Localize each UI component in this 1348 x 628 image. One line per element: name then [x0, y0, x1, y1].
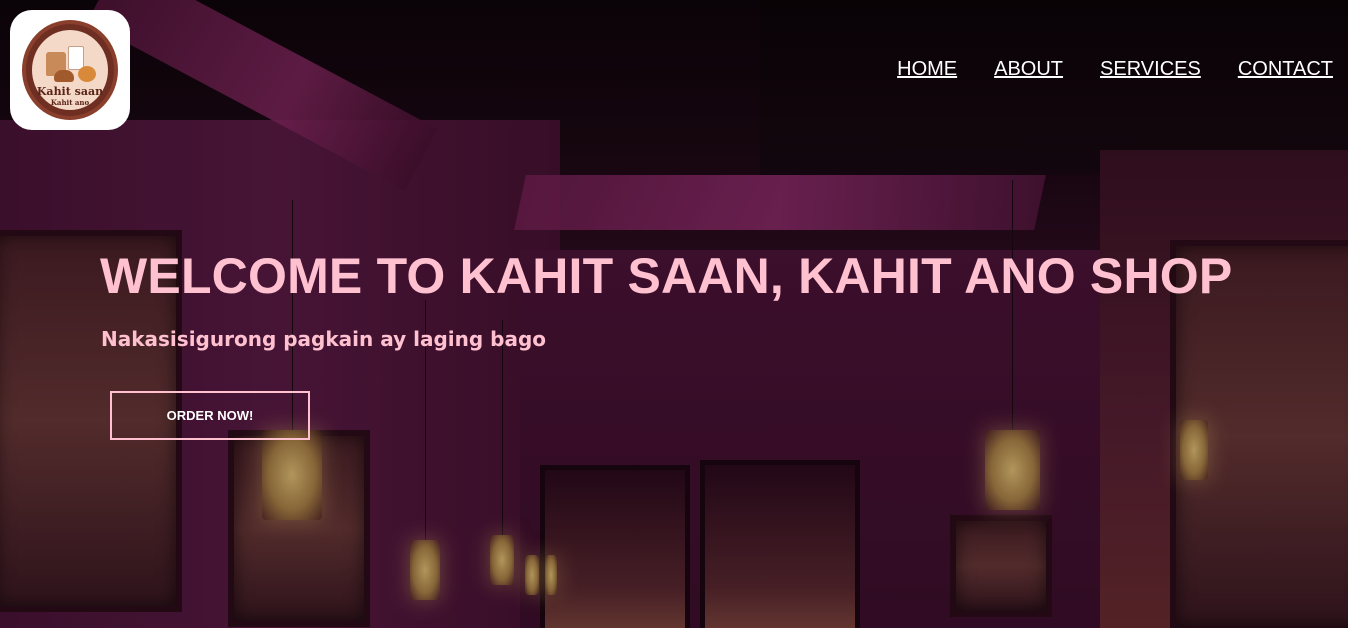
- burger-icon: [54, 70, 74, 82]
- hero-section: Kahit saan Kahit ano HOME ABOUT SERVICES…: [0, 0, 1348, 628]
- fried-chicken-icon: [78, 66, 96, 82]
- logo[interactable]: Kahit saan Kahit ano: [10, 10, 130, 130]
- logo-badge: Kahit saan Kahit ano: [26, 24, 114, 116]
- nav-link-services[interactable]: SERVICES: [1100, 58, 1201, 81]
- order-now-button[interactable]: ORDER NOW!: [110, 391, 310, 440]
- nav-link-contact[interactable]: CONTACT: [1238, 58, 1333, 81]
- hero-subtitle: Nakasisigurong pagkain ay laging bago: [101, 327, 546, 351]
- background-overlay: [0, 0, 1348, 628]
- logo-tagline: Kahit ano: [50, 98, 90, 107]
- hero-title: WELCOME TO KAHIT SAAN, KAHIT ANO SHOP: [100, 248, 1233, 304]
- nav-link-home[interactable]: HOME: [897, 58, 957, 81]
- background-image: [0, 0, 1348, 628]
- nav-link-about[interactable]: ABOUT: [994, 58, 1063, 81]
- main-nav: HOME ABOUT SERVICES CONTACT: [897, 58, 1333, 81]
- logo-emblem: Kahit saan Kahit ano: [32, 30, 108, 110]
- logo-name: Kahit saan: [36, 85, 104, 98]
